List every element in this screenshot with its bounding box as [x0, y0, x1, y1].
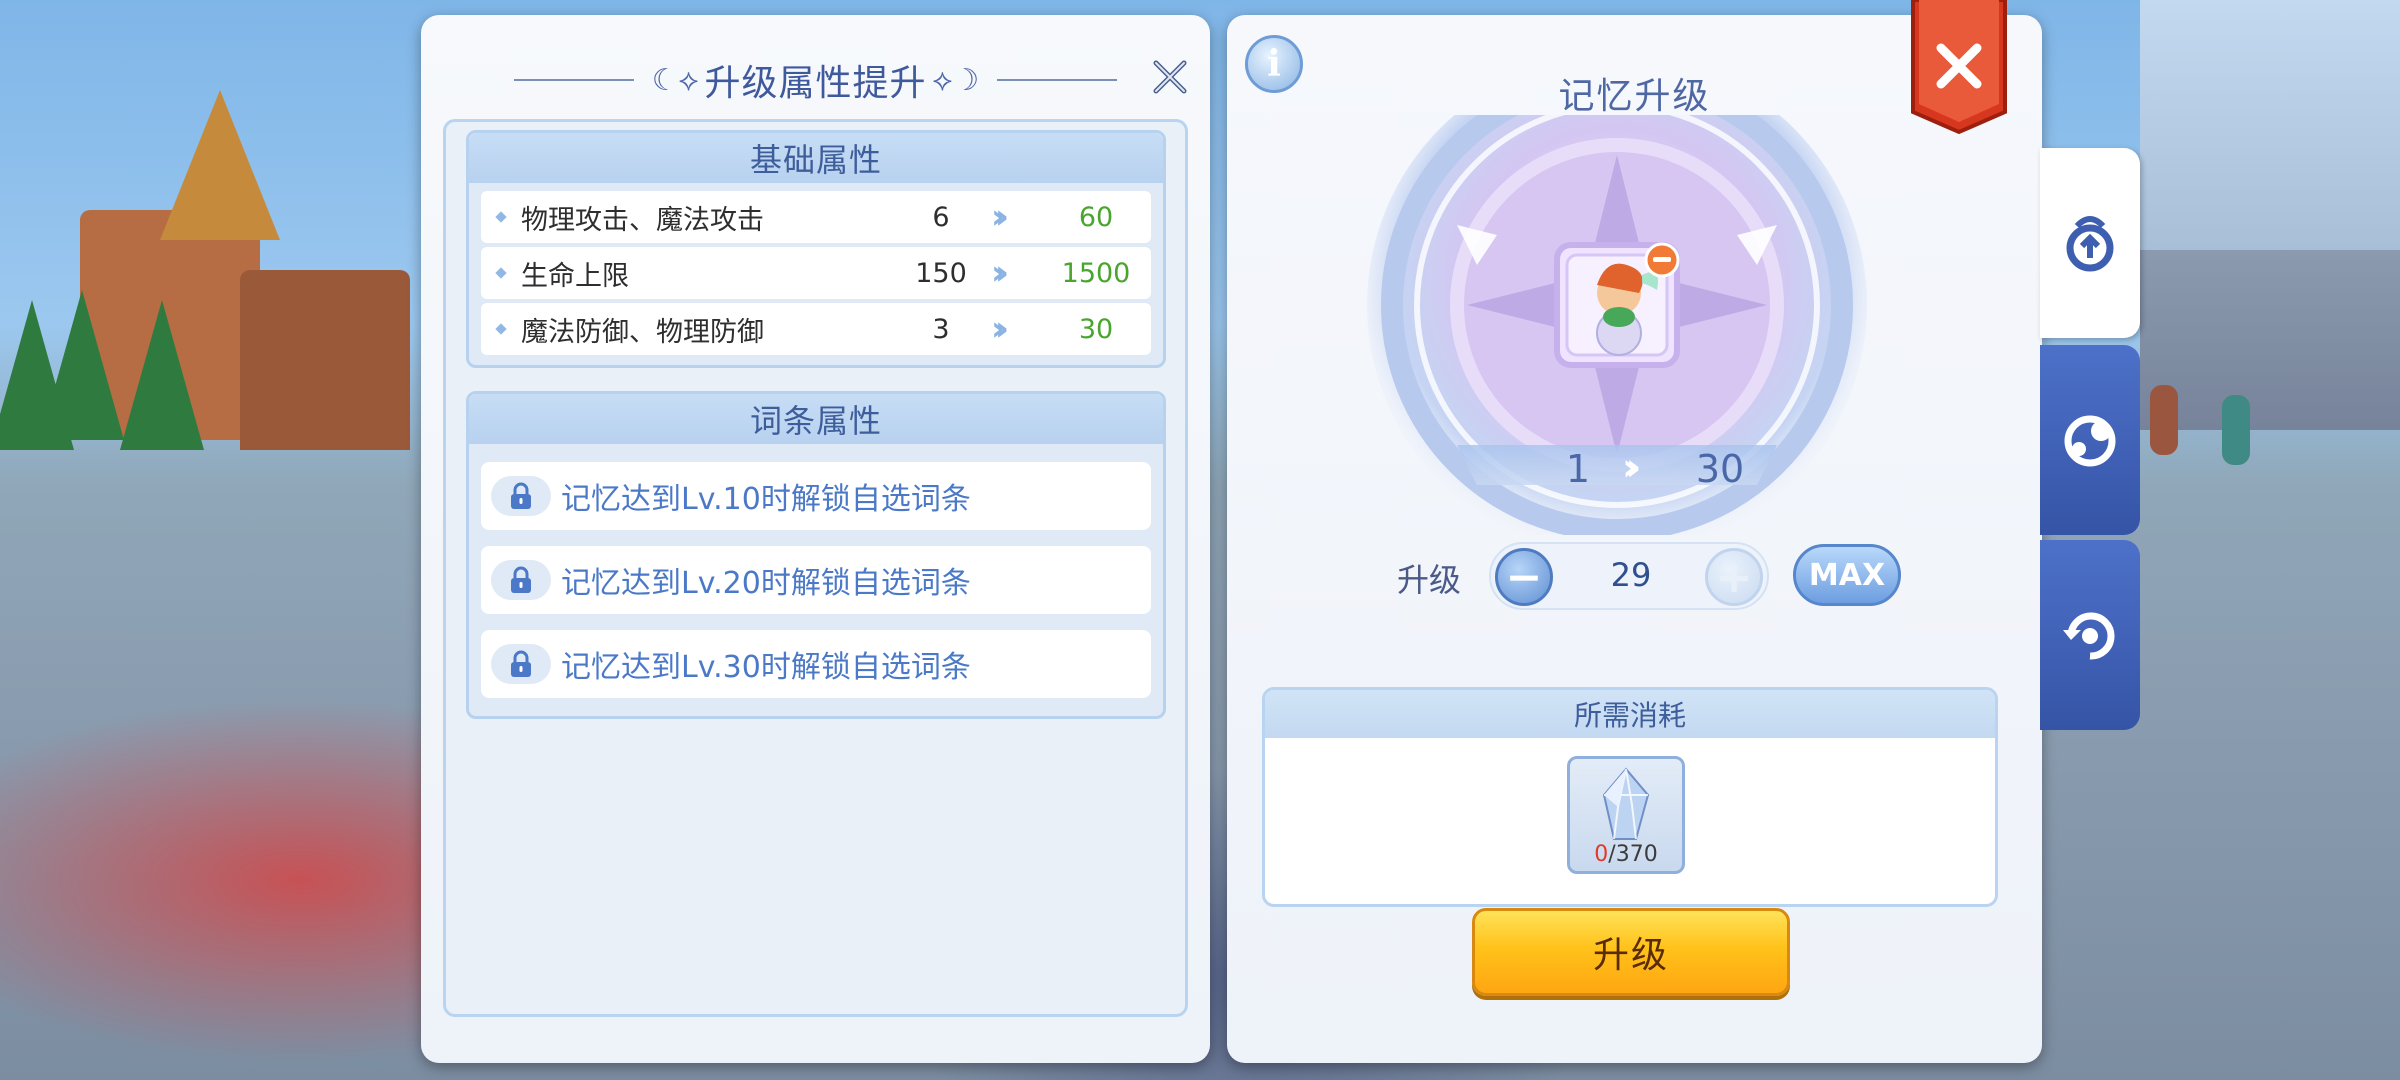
attribute-name: 物理攻击、魔法攻击 [521, 204, 764, 236]
bg-stairs [2140, 250, 2400, 430]
double-chevron-right-icon: ›› [991, 253, 1009, 293]
upgrade-button[interactable]: 升级 [1472, 908, 1790, 996]
material-count: 0/370 [1570, 842, 1682, 867]
crystal-material-slot[interactable]: 0/370 [1567, 756, 1685, 874]
memory-upgrade-tab-icon [2066, 216, 2114, 272]
crescent-ornament-icon: ☾⟡ [651, 62, 699, 98]
plus-icon[interactable]: + [1705, 548, 1763, 606]
attribute-current-value: 3 [932, 313, 950, 345]
attribute-current-value: 150 [915, 257, 967, 289]
double-chevron-right-icon: ›› [1622, 445, 1642, 489]
bg-character [2222, 395, 2250, 465]
memory-circle-emblem [1357, 55, 1877, 555]
locked-entry-row: 记忆达到Lv.30时解锁自选词条 [481, 630, 1151, 698]
locked-entry-row: 记忆达到Lv.10时解锁自选词条 [481, 462, 1151, 530]
tab-memory-swap[interactable] [2040, 345, 2140, 535]
required-cost-heading: 所需消耗 [1265, 690, 1995, 738]
upgrade-level-value: 29 [1610, 556, 1652, 594]
tab-memory-upgrade[interactable] [2040, 148, 2140, 338]
max-button[interactable]: MAX [1793, 544, 1901, 606]
attribute-list-frame: 基础属性 物理攻击、魔法攻击 6 ›› 60 生命上限 150 ›› 1500 [443, 119, 1188, 1017]
attribute-name: 生命上限 [521, 260, 629, 292]
entry-attributes-section: 词条属性 记忆达到Lv.10时解锁自选词条 记忆达到Lv.20时解锁自选词条 记… [466, 391, 1166, 719]
lock-icon [491, 560, 551, 600]
minus-icon[interactable]: − [1495, 548, 1553, 606]
title-divider [997, 79, 1118, 81]
close-x-icon[interactable] [1148, 55, 1192, 99]
level-target: 30 [1695, 447, 1745, 491]
double-chevron-right-icon: ›› [991, 197, 1009, 237]
locked-entry-text: 记忆达到Lv.10时解锁自选词条 [561, 482, 971, 517]
lock-icon [491, 476, 551, 516]
crystal-icon [1602, 767, 1650, 840]
bg-character [2150, 385, 2178, 455]
title-divider [513, 79, 634, 81]
base-attributes-section: 基础属性 物理攻击、魔法攻击 6 ›› 60 生命上限 150 ›› 1500 [466, 130, 1166, 368]
attribute-panel-header: ☾⟡ 升级属性提升 ⟡☽ [421, 45, 1210, 115]
level-current: 1 [1565, 447, 1591, 491]
bg-tree [120, 300, 204, 450]
crescent-ornament-icon: ⟡☽ [932, 62, 980, 98]
attribute-next-value: 1500 [1061, 257, 1131, 289]
bullet-diamond-icon [495, 211, 507, 223]
bullet-diamond-icon [495, 323, 507, 335]
bullet-diamond-icon [495, 267, 507, 279]
double-chevron-right-icon: ›› [991, 309, 1009, 349]
attribute-row: 魔法防御、物理防御 3 ›› 30 [481, 303, 1151, 355]
material-required: /370 [1608, 842, 1658, 867]
locked-entry-text: 记忆达到Lv.30时解锁自选词条 [561, 650, 971, 685]
attribute-row: 生命上限 150 ›› 1500 [481, 247, 1151, 299]
upgrade-amount-label: 升级 [1397, 561, 1462, 599]
bg-house [240, 270, 410, 450]
memory-upgrade-panel: i 记忆升级 1 ›› 30 升级 − 29 + MAX 所需消耗 0/370 … [1227, 0, 2042, 1063]
attribute-panel-title: 升级属性提升 [704, 63, 927, 104]
entry-attributes-heading: 词条属性 [469, 394, 1163, 444]
locked-entry-row: 记忆达到Lv.20时解锁自选词条 [481, 546, 1151, 614]
required-cost-box: 所需消耗 0/370 [1262, 687, 1998, 907]
lock-icon [491, 644, 551, 684]
attribute-row: 物理攻击、魔法攻击 6 ›› 60 [481, 191, 1151, 243]
material-owned: 0 [1594, 842, 1609, 867]
attribute-next-value: 60 [1078, 201, 1114, 233]
tab-memory-reset[interactable] [2040, 540, 2140, 730]
bg-roof [160, 90, 280, 240]
bg-tree [40, 290, 124, 440]
locked-entry-text: 记忆达到Lv.20时解锁自选词条 [561, 566, 971, 601]
close-button[interactable] [1909, 0, 2009, 135]
memory-reset-tab-icon [2063, 612, 2115, 660]
attribute-next-value: 30 [1078, 313, 1114, 345]
base-attributes-heading: 基础属性 [469, 133, 1163, 183]
attribute-panel: ☾⟡ 升级属性提升 ⟡☽ 基础属性 物理攻击、魔法攻击 6 ›› 60 生命上限… [421, 15, 1210, 1063]
memory-swap-tab-icon [2064, 415, 2116, 467]
attribute-name: 魔法防御、物理防御 [521, 316, 764, 348]
attribute-current-value: 6 [932, 201, 950, 233]
upgrade-level-stepper: − 29 + [1489, 542, 1769, 610]
